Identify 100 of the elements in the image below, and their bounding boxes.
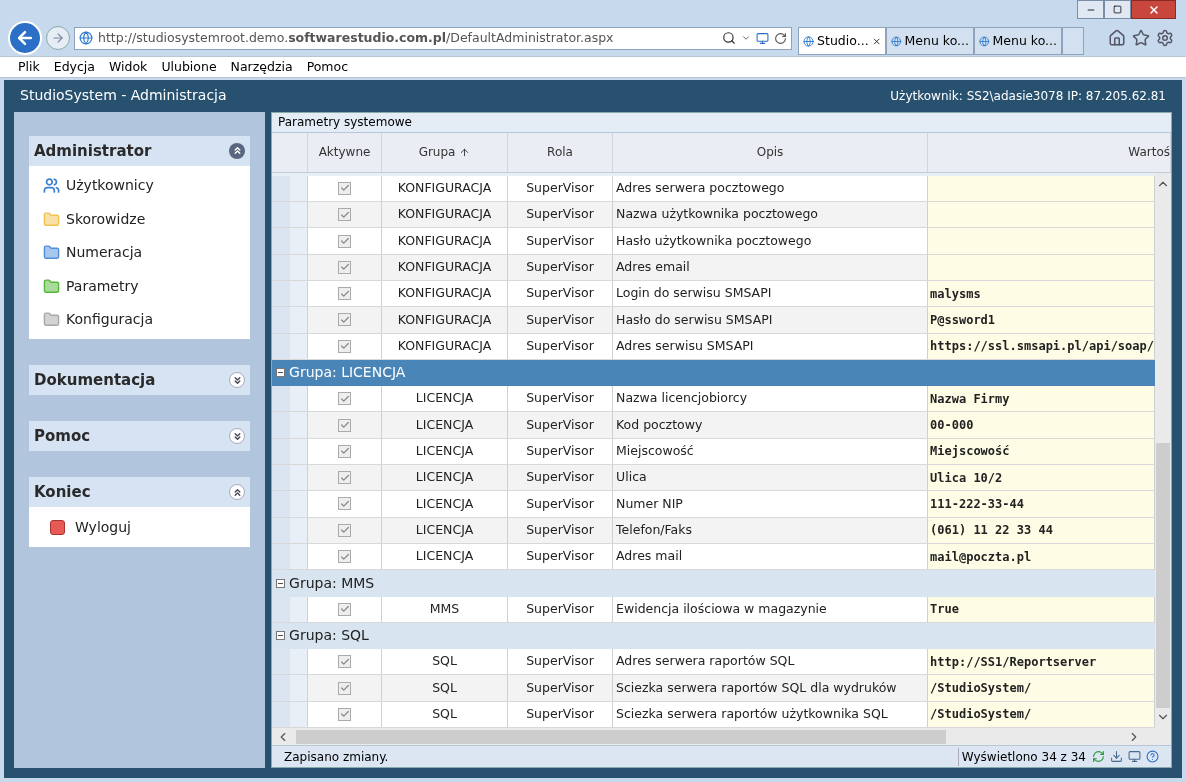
home-icon[interactable] [1108, 29, 1126, 48]
folder-icon [43, 277, 60, 295]
column-header[interactable]: Opis [613, 132, 929, 172]
maximize-button[interactable] [1104, 0, 1131, 19]
checkbox[interactable] [338, 392, 352, 406]
checkbox[interactable] [338, 655, 352, 669]
checkbox[interactable] [338, 313, 352, 327]
group-row[interactable]: Grupa: MMS [272, 570, 1155, 597]
table-row[interactable]: KONFIGURACJA SuperVisor Hasło do serwisu SMSAPI P@ssword1 [308, 307, 1155, 333]
expand-icon[interactable] [229, 372, 246, 389]
table-row[interactable]: LICENCJA SuperVisor Adres mail mail@poczta.pl [308, 543, 1155, 570]
table-row[interactable]: SQL SuperVisor Sciezka serwera raportów użytkownika SQL /StudioSystem/ [308, 701, 1155, 727]
value-cell: 00-000 [928, 412, 1155, 438]
checkbox[interactable] [338, 287, 352, 301]
vertical-scrollbar[interactable] [1155, 172, 1171, 728]
sidebar-item[interactable]: Numeracja [29, 235, 251, 270]
help-icon[interactable] [1146, 750, 1159, 763]
favorites-icon[interactable] [1132, 29, 1150, 48]
column-header[interactable]: Rola [508, 132, 614, 172]
browser-tab[interactable]: Menu ko... [886, 27, 974, 56]
table-row[interactable]: SQL SuperVisor Sciezka serwera raportów SQL dla wydruków /StudioSystem/ [308, 675, 1155, 701]
scroll-thumb[interactable] [296, 729, 947, 744]
table-row[interactable]: KONFIGURACJA SuperVisor Hasło użytkownika pocztowego [308, 228, 1155, 254]
horizontal-scrollbar[interactable] [272, 728, 1171, 745]
menu-item[interactable]: Widok [109, 57, 148, 77]
checkbox[interactable] [338, 707, 352, 721]
table-row[interactable]: KONFIGURACJA SuperVisor Adres serwera pocztowego [308, 175, 1155, 202]
close-button[interactable] [1131, 0, 1176, 19]
checkbox[interactable] [338, 418, 352, 432]
refresh-icon[interactable] [774, 31, 787, 45]
table-row[interactable]: MMS SuperVisor Ewidencja ilościowa w magazynie True [308, 596, 1155, 622]
checkbox[interactable] [338, 208, 352, 222]
users-icon [43, 177, 60, 194]
collapse-icon[interactable] [229, 142, 246, 159]
table-row[interactable]: SQL SuperVisor Adres serwera raportów SQL http://SS1/Reportserver [308, 649, 1155, 675]
menu-item[interactable]: Ulubione [161, 57, 217, 77]
forward-button[interactable] [46, 26, 70, 51]
checkbox[interactable] [338, 181, 352, 195]
checkbox[interactable] [338, 550, 352, 564]
table-cell: LICENCJA [382, 412, 509, 438]
checkbox[interactable] [338, 444, 352, 458]
table-row[interactable]: LICENCJA SuperVisor Numer NIP 111-222-33-44 [308, 491, 1155, 517]
column-header[interactable]: Wartoś [928, 132, 1171, 172]
column-header[interactable]: Grupa [382, 132, 509, 172]
table-row[interactable]: KONFIGURACJA SuperVisor Adres serwisu SMSAPI https://ssl.smsapi.pl/api/soap/ [308, 333, 1155, 359]
maximize-icon [1113, 5, 1122, 14]
settings-icon[interactable] [1156, 29, 1174, 48]
new-tab-button[interactable] [1062, 27, 1084, 56]
collapse-icon[interactable] [276, 368, 286, 378]
sidebar-item[interactable]: Parametry [29, 269, 251, 303]
table-row[interactable]: LICENCJA SuperVisor Miejscowość Miejscowość [308, 438, 1155, 465]
table-row[interactable]: LICENCJA SuperVisor Nazwa licencjobiorcy Nazwa Firmy [308, 386, 1155, 412]
sidebar-item[interactable]: Wyloguj [29, 510, 251, 544]
menu-item[interactable]: Plik [18, 57, 40, 77]
sidebar-item[interactable]: Konfiguracja [29, 302, 251, 337]
collapse-icon[interactable] [276, 578, 286, 588]
table-row[interactable]: KONFIGURACJA SuperVisor Adres email [308, 254, 1155, 280]
group-row[interactable]: Grupa: SQL [272, 622, 1155, 650]
group-row[interactable]: Grupa: LICENCJA [272, 359, 1155, 387]
table-row[interactable]: LICENCJA SuperVisor Kod pocztowy 00-000 [308, 412, 1155, 438]
panel-header[interactable]: Pomoc [29, 421, 251, 452]
table-cell: KONFIGURACJA [382, 307, 509, 333]
back-button[interactable] [8, 21, 42, 56]
checkbox[interactable] [338, 234, 352, 248]
checkbox[interactable] [338, 523, 352, 537]
checkbox[interactable] [338, 471, 352, 485]
monitor-icon[interactable] [1128, 750, 1141, 763]
refresh-icon[interactable] [1092, 750, 1105, 763]
close-tab-icon[interactable] [871, 35, 881, 47]
menu-item[interactable]: Edycja [53, 57, 95, 77]
table-row[interactable]: LICENCJA SuperVisor Ulica Ulica 10/2 [308, 465, 1155, 491]
minimize-button[interactable] [1077, 0, 1104, 19]
checkbox[interactable] [338, 681, 352, 695]
scroll-thumb[interactable] [1156, 443, 1170, 708]
checkbox[interactable] [338, 260, 352, 274]
compat-icon[interactable] [756, 31, 769, 45]
panel-title: Koniec [34, 482, 91, 503]
table-row[interactable]: KONFIGURACJA SuperVisor Nazwa użytkownika pocztowego [308, 202, 1155, 228]
collapse-icon[interactable] [276, 631, 286, 641]
browser-tab[interactable]: Menu ko... [974, 27, 1062, 56]
expand-icon[interactable] [229, 428, 246, 445]
menu-item[interactable]: Pomoc [306, 57, 349, 77]
checkbox[interactable] [338, 339, 352, 353]
table-row[interactable]: KONFIGURACJA SuperVisor Login do serwisu SMSAPI malysms [308, 280, 1155, 307]
collapse-icon[interactable] [229, 484, 246, 501]
export-icon[interactable] [1110, 750, 1123, 763]
search-icon[interactable] [722, 31, 736, 46]
panel-header[interactable]: Koniec [29, 477, 251, 508]
checkbox[interactable] [338, 602, 352, 616]
sidebar-item[interactable]: Skorowidze [29, 202, 251, 236]
browser-tab[interactable]: Studio... [798, 27, 886, 56]
table-row[interactable]: LICENCJA SuperVisor Telefon/Faks (061) 11 22 33 44 [308, 517, 1155, 543]
sidebar-item[interactable]: Użytkownicy [29, 168, 251, 203]
column-header[interactable]: Aktywne [308, 132, 383, 172]
panel-header[interactable]: Administrator [29, 135, 251, 166]
address-bar[interactable]: http://studiosystemroot.demo.softwarestudio.com.pl/DefaultAdministrator.aspx [74, 26, 792, 50]
panel-header[interactable]: Dokumentacja [29, 365, 251, 396]
menu-item[interactable]: Narzędzia [230, 57, 293, 77]
table-cell: SQL [382, 701, 509, 727]
checkbox[interactable] [338, 497, 352, 511]
